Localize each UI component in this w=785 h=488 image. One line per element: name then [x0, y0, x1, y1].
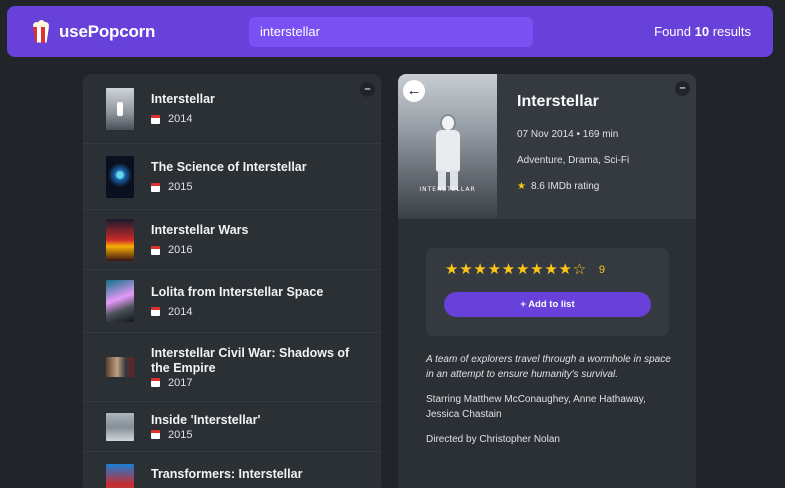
search-input[interactable]: [249, 16, 533, 47]
star-icon[interactable]: ★: [488, 261, 502, 279]
movie-year: 2014: [168, 113, 193, 125]
movie-title: Inside 'Interstellar': [151, 412, 261, 427]
star-icon[interactable]: ★: [559, 261, 573, 279]
movie-poster: [106, 87, 134, 130]
popcorn-icon: [31, 19, 51, 44]
navbar: usePopcorn Found 10 results: [7, 6, 773, 57]
movie-list-item[interactable]: Lolita from Interstellar Space 2014: [83, 270, 381, 333]
add-to-list-button[interactable]: + Add to list: [444, 292, 651, 317]
movie-details-box: – INTERSTELLAR ← Interstellar 07 Nov 201…: [398, 74, 696, 488]
details-collapse-button[interactable]: –: [675, 81, 690, 96]
movie-year: 2015: [168, 428, 193, 441]
poster-caption: INTERSTELLAR: [419, 186, 476, 193]
rating-box: ★ ★ ★ ★ ★ ★ ★ ★ ★ ☆ 9 + Add to list: [426, 248, 669, 336]
calendar-icon: [151, 182, 160, 192]
movie-poster: [106, 155, 134, 198]
movie-title: Interstellar Wars: [151, 223, 249, 237]
list-collapse-button[interactable]: –: [360, 82, 375, 97]
movie-year: 2015: [168, 181, 193, 193]
star-icon: ★: [517, 181, 526, 192]
arrow-left-icon: ←: [406, 82, 422, 99]
movie-title: Lolita from Interstellar Space: [151, 284, 324, 299]
star-icon[interactable]: ★: [544, 261, 558, 279]
movie-poster: [106, 357, 134, 377]
movie-poster: [106, 218, 134, 261]
star-icon[interactable]: ★: [530, 261, 544, 279]
movie-list-item[interactable]: The Science of Interstellar 2015: [83, 144, 381, 210]
calendar-icon: [151, 114, 160, 124]
movie-year: 2016: [168, 244, 193, 256]
movie-list-item[interactable]: Interstellar 2014: [83, 74, 381, 144]
calendar-icon: [151, 307, 160, 316]
star-icon[interactable]: ★: [516, 261, 530, 279]
movie-list-item[interactable]: Inside 'Interstellar' 2015: [83, 402, 381, 452]
calendar-icon: [151, 245, 160, 255]
plot: A team of explorers travel through a wor…: [426, 354, 671, 380]
details-poster: INTERSTELLAR ←: [398, 74, 497, 219]
calendar-icon: [151, 378, 160, 387]
star-icon[interactable]: ★: [459, 261, 473, 279]
movie-title: Interstellar Civil War: Shadows of the E…: [151, 345, 350, 375]
starring: Starring Matthew McConaughey, Anne Hatha…: [426, 394, 646, 420]
calendar-icon: [151, 430, 160, 439]
movie-poster: [106, 280, 134, 322]
star-icon[interactable]: ★: [473, 261, 487, 279]
movie-list-item[interactable]: Interstellar Wars 2016: [83, 210, 381, 270]
movie-list-item[interactable]: Interstellar Civil War: Shadows of the E…: [83, 333, 381, 402]
movie-title: Transformers: Interstellar: [151, 467, 303, 481]
imdb-rating: ★ 8.6 IMDb rating: [517, 181, 600, 192]
details-header: INTERSTELLAR ← Interstellar 07 Nov 2014 …: [398, 74, 696, 219]
details-overview: Interstellar 07 Nov 2014 • 169 min Adven…: [497, 74, 629, 219]
details-text: A team of explorers travel through a wor…: [426, 352, 671, 457]
movie-list-box: – Interstellar 2014 The Science of Inter…: [83, 74, 381, 488]
movie-poster: [106, 464, 134, 488]
details-title: Interstellar: [517, 93, 599, 110]
movie-poster: [106, 412, 134, 441]
genre: Adventure, Drama, Sci-Fi: [517, 155, 630, 166]
back-button[interactable]: ←: [403, 80, 425, 102]
movie-year: 2014: [168, 305, 193, 318]
movie-year: 2017: [168, 376, 193, 389]
app-name: usePopcorn: [59, 21, 156, 41]
logo: usePopcorn: [31, 19, 247, 44]
release-runtime: 07 Nov 2014 • 169 min: [517, 129, 619, 140]
movie-list-item[interactable]: Transformers: Interstellar: [83, 452, 381, 488]
results-count: Found 10 results: [654, 24, 751, 39]
star-icon[interactable]: ★: [502, 261, 516, 279]
star-rating: ★ ★ ★ ★ ★ ★ ★ ★ ★ ☆ 9: [445, 261, 669, 279]
movie-title: The Science of Interstellar: [151, 160, 307, 174]
user-rating-value: 9: [598, 264, 605, 276]
star-icon[interactable]: ★: [445, 261, 459, 279]
movie-title: Interstellar: [151, 92, 215, 106]
director: Directed by Christopher Nolan: [426, 434, 560, 445]
star-outline-icon[interactable]: ☆: [573, 261, 587, 279]
